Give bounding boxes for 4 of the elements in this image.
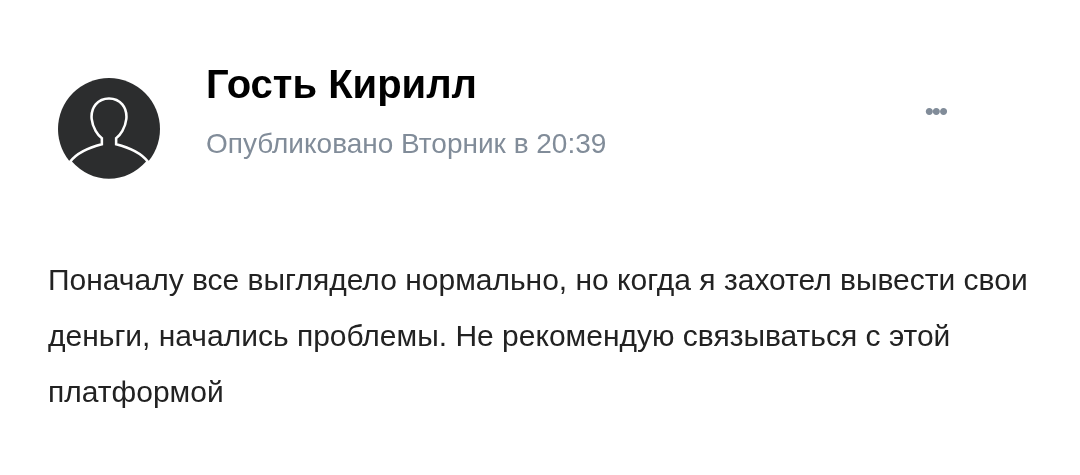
- avatar-icon: [58, 78, 160, 180]
- author-name[interactable]: Гость Кирилл: [206, 60, 925, 108]
- post-text: Поначалу все выглядело нормально, но когда я захотел вывести свои деньги, начались проблемы. Не рекомендую связываться с этой платформой: [48, 262, 1029, 410]
- publish-date: Опубликовано Вторник в 20:39: [206, 128, 608, 160]
